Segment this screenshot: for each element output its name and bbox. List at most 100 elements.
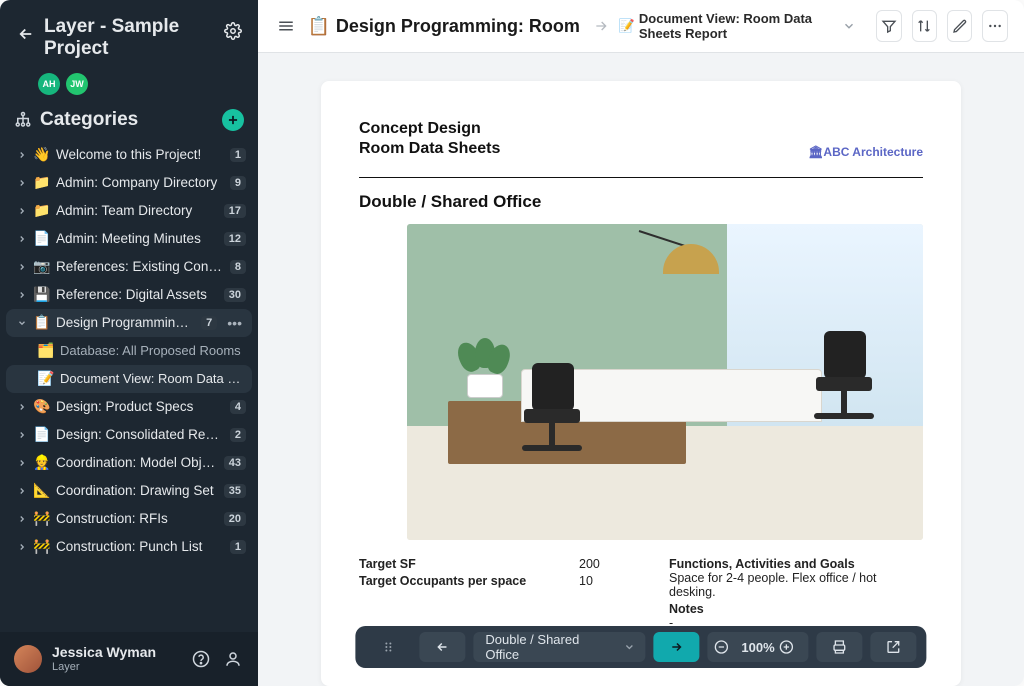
filter-button[interactable] — [876, 10, 901, 42]
category-icon: 📐 — [34, 483, 50, 499]
edit-button[interactable] — [947, 10, 972, 42]
main-area: 📋 Design Programming: Room Data S… 📝 Doc… — [258, 0, 1024, 686]
field-row: Functions, Activities and GoalsSpace for… — [669, 557, 923, 599]
view-label: Database: All Proposed Rooms — [60, 343, 246, 358]
document-icon: 📝 — [619, 18, 635, 34]
chevron-down-icon — [842, 19, 856, 33]
categories-header: Categories — [40, 109, 214, 131]
category-item[interactable]: 📁Admin: Team Directory17 — [6, 197, 252, 225]
room-title: Double / Shared Office — [359, 192, 923, 212]
category-item[interactable]: 📄Design: Consolidated Report2 — [6, 421, 252, 449]
category-item[interactable]: 📁Admin: Company Directory9 — [6, 169, 252, 197]
field-value: 10 — [579, 574, 639, 588]
category-child-item[interactable]: 📝Document View: Room Data Sheets — [6, 365, 252, 393]
field-row: Target SF200 — [359, 557, 639, 571]
print-button[interactable] — [817, 632, 863, 662]
category-label: Admin: Meeting Minutes — [56, 231, 218, 246]
help-icon — [192, 650, 210, 668]
category-label: Reference: Digital Assets — [56, 287, 218, 302]
chevron-right-icon — [16, 514, 28, 524]
room-selector[interactable]: Double / Shared Office — [473, 632, 645, 662]
category-item[interactable]: 👷Coordination: Model Objects43 — [6, 449, 252, 477]
count-badge: 7 — [201, 316, 217, 330]
chevron-right-icon — [16, 402, 28, 412]
more-button[interactable] — [982, 10, 1007, 42]
user-name: Jessica Wyman — [52, 645, 180, 660]
category-icon: 📋 — [34, 315, 50, 331]
sort-button[interactable] — [912, 10, 937, 42]
view-icon: 📝 — [38, 371, 54, 387]
breadcrumb-main-label: Design Programming: Room Data S… — [336, 16, 583, 37]
project-settings-button[interactable] — [222, 20, 244, 42]
count-badge: 43 — [224, 456, 246, 470]
breadcrumb-sub[interactable]: 📝 Document View: Room Data Sheets Report — [619, 11, 856, 41]
field-value: 200 — [579, 557, 639, 571]
category-item[interactable]: 🚧Construction: Punch List1 — [6, 533, 252, 561]
chevron-right-icon — [16, 542, 28, 552]
category-child-item[interactable]: 🗂️Database: All Proposed Rooms — [6, 337, 252, 365]
drag-handle[interactable] — [365, 632, 411, 662]
category-item[interactable]: 🚧Construction: RFIs20 — [6, 505, 252, 533]
chevron-down-icon — [16, 318, 28, 328]
category-label: Construction: Punch List — [56, 539, 224, 554]
breadcrumb-main[interactable]: 📋 Design Programming: Room Data S… — [307, 16, 582, 37]
zoom-in-button[interactable] — [779, 639, 803, 655]
chevron-right-icon — [593, 18, 609, 34]
category-item[interactable]: 📷 References: Existing Conditions 8 — [6, 253, 252, 281]
open-external-button[interactable] — [871, 632, 917, 662]
hamburger-icon — [277, 17, 295, 35]
category-icon: 🎨 — [34, 399, 50, 415]
category-item[interactable]: 💾Reference: Digital Assets30 — [6, 281, 252, 309]
help-button[interactable] — [190, 648, 212, 670]
add-category-button[interactable] — [222, 109, 244, 131]
category-label: Design: Consolidated Report — [56, 427, 224, 442]
grip-icon — [382, 639, 394, 655]
project-members[interactable]: AH JW — [0, 73, 258, 109]
category-icon: 📄 — [34, 231, 50, 247]
document-viewport[interactable]: Concept Design Room Data Sheets 🏛ABC Arc… — [258, 53, 1024, 686]
category-item[interactable]: 🎨Design: Product Specs4 — [6, 393, 252, 421]
avatar-chip[interactable]: AH — [38, 73, 60, 95]
gear-icon — [224, 22, 242, 40]
next-page-button[interactable] — [653, 632, 699, 662]
category-item[interactable]: 📄 Admin: Meeting Minutes 12 — [6, 225, 252, 253]
person-icon — [224, 650, 242, 668]
account-button[interactable] — [222, 648, 244, 670]
count-badge: 12 — [224, 232, 246, 246]
minus-circle-icon — [713, 639, 729, 655]
category-item[interactable]: 📋Design Programming: Room7••• — [6, 309, 252, 337]
doc-rule — [359, 177, 923, 178]
category-label: References: Existing Conditions — [56, 259, 224, 274]
count-badge: 35 — [224, 484, 246, 498]
zoom-out-button[interactable] — [713, 639, 737, 655]
print-icon — [832, 639, 848, 655]
more-horizontal-icon — [987, 18, 1003, 34]
category-icon: 🚧 — [34, 511, 50, 527]
item-more-button[interactable]: ••• — [223, 315, 246, 331]
prev-page-button[interactable] — [419, 632, 465, 662]
doc-header-line1: Concept Design — [359, 119, 808, 139]
category-icon: 📄 — [34, 427, 50, 443]
user-avatar[interactable] — [14, 645, 42, 673]
doc-brand: 🏛ABC Architecture — [808, 145, 923, 159]
room-selector-label: Double / Shared Office — [485, 632, 613, 662]
plus-circle-icon — [779, 639, 795, 655]
category-item[interactable]: 📐Coordination: Drawing Set35 — [6, 477, 252, 505]
page-navigator: Double / Shared Office 100% — [355, 626, 926, 668]
category-icon: 🚧 — [34, 539, 50, 555]
toggle-sidebar-button[interactable] — [274, 11, 297, 41]
zoom-control: 100% — [707, 632, 808, 662]
category-icon: 👋 — [34, 147, 50, 163]
count-badge: 1 — [230, 148, 246, 162]
back-button[interactable] — [14, 22, 38, 46]
field-label: Notes — [669, 602, 923, 616]
avatar-chip[interactable]: JW — [66, 73, 88, 95]
category-icon: 📷 — [34, 259, 50, 275]
chevron-right-icon — [16, 206, 28, 216]
category-item[interactable]: 👋Welcome to this Project!1 — [6, 141, 252, 169]
chevron-right-icon — [16, 262, 28, 272]
project-title: Layer - Sample Project — [38, 16, 222, 61]
arrow-left-icon — [435, 640, 449, 654]
count-badge: 8 — [230, 260, 246, 274]
category-label: Admin: Company Directory — [56, 175, 224, 190]
